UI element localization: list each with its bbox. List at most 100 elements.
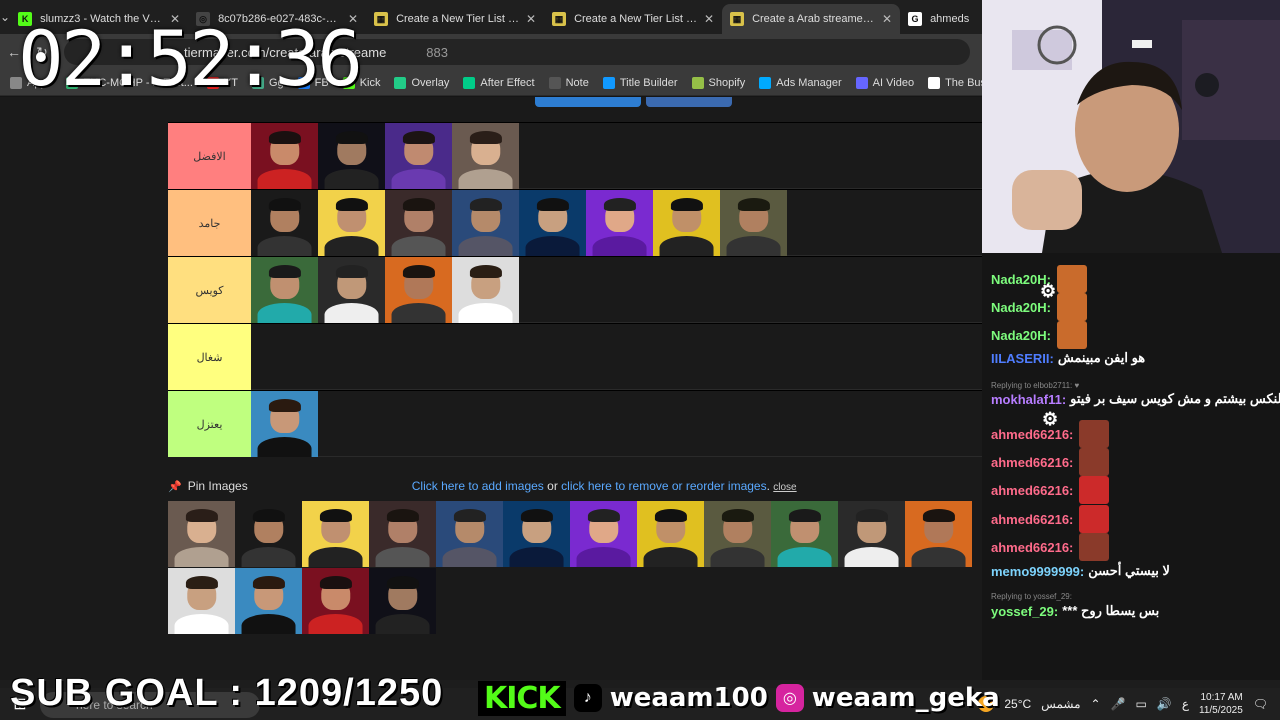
tier-item-image[interactable] [318, 123, 385, 189]
pin-images-title[interactable]: 📌 Pin Images [168, 479, 248, 493]
chat-message: memo9999999: لا بيستي أحسن [991, 563, 1170, 579]
bookmark-item[interactable]: Overlay [394, 76, 449, 89]
tab-close-icon[interactable]: ✕ [526, 12, 536, 26]
chat-username[interactable]: mokhalaf11: [991, 392, 1066, 407]
notification-icon[interactable]: 🗨 [1253, 697, 1268, 711]
save-button-stub[interactable] [535, 97, 641, 107]
pool-item-image[interactable] [637, 501, 704, 567]
tab-close-icon[interactable]: ✕ [704, 12, 714, 26]
tier-item-image[interactable] [251, 257, 318, 323]
tier-items[interactable] [251, 324, 982, 389]
tier-table: الافضل جامد كويس شغال يعتزل [168, 122, 982, 457]
pool-item-image[interactable] [168, 568, 235, 634]
chat-username[interactable]: IILASERII: [991, 351, 1054, 366]
bookmark-label: The Busin [945, 76, 982, 89]
bookmark-item[interactable]: Note [548, 76, 589, 89]
tier-items[interactable] [251, 190, 982, 256]
tier-item-image[interactable] [318, 257, 385, 323]
pool-item-image[interactable] [771, 501, 838, 567]
url-suffix: 883 [426, 44, 448, 60]
tier-item-image[interactable] [519, 190, 586, 256]
tab-close-icon[interactable]: ✕ [882, 12, 892, 26]
chat-emote-icon [1056, 293, 1087, 321]
close-link[interactable]: close [773, 482, 796, 493]
clock-time: 10:17 AM [1200, 692, 1243, 703]
pool-item-image[interactable] [369, 501, 436, 567]
pool-item-image[interactable] [436, 501, 503, 567]
mic-icon[interactable]: 🎤 [1111, 697, 1126, 711]
pool-item-image[interactable] [235, 501, 302, 567]
tier-item-image[interactable] [452, 123, 519, 189]
thumb-body [442, 547, 497, 567]
remove-images-link[interactable]: click here to remove or reorder images [561, 479, 766, 493]
tier-item-image[interactable] [452, 190, 519, 256]
volume-icon[interactable]: 🔊 [1157, 697, 1172, 711]
tier-item-image[interactable] [586, 190, 653, 256]
input-language[interactable]: ع [1182, 697, 1189, 711]
thumb-hair [319, 508, 352, 523]
tier-item-image[interactable] [720, 190, 787, 256]
bookmark-item[interactable]: AI Video [855, 76, 914, 89]
tier-item-image[interactable] [385, 257, 452, 323]
add-images-link[interactable]: Click here to add images [412, 479, 544, 493]
chat-message: Nada20H: [991, 265, 1087, 293]
bookmark-item[interactable]: Title Builder [602, 76, 678, 89]
bookmark-icon [602, 76, 615, 89]
tab-search-icon[interactable]: ⌄ [0, 0, 10, 34]
sub-goal-overlay: SUB GOAL : 1209/1250 [10, 672, 444, 714]
tier-item-image[interactable] [653, 190, 720, 256]
chat-message: Nada20H: [991, 293, 1087, 321]
chat-username[interactable]: memo9999999: [991, 564, 1084, 579]
chat-username[interactable]: ahmed66216: [991, 427, 1073, 442]
clock[interactable]: 10:17 AM 11/5/2025 [1199, 691, 1243, 717]
chat-username[interactable]: Nada20H: [991, 328, 1051, 343]
browser-tab[interactable]: ▦ Create a Arab streamers Ti ✕ [722, 4, 901, 34]
bookmark-item[interactable]: After Effect [463, 76, 535, 89]
pool-item-image[interactable] [302, 501, 369, 567]
tier-label[interactable]: جامد [168, 190, 251, 256]
tier-item-image[interactable] [385, 190, 452, 256]
system-tray: 1 25°C مشمس ⌃ 🎤 ▭ 🔊 ع 10:17 AM 11/5/2025… [978, 688, 1280, 720]
download-button-stub[interactable] [646, 97, 732, 107]
bookmark-item[interactable]: Ads Manager [759, 76, 842, 89]
browser-tab[interactable]: ▦ Create a New Tier List - Tie ✕ [366, 4, 544, 34]
tier-label[interactable]: شغال [168, 324, 251, 390]
thumb-hair [268, 197, 301, 212]
battery-icon[interactable]: ▭ [1136, 697, 1147, 711]
bookmark-item[interactable]: The Busin [928, 76, 982, 89]
chat-username[interactable]: ahmed66216: [991, 455, 1073, 470]
tier-label[interactable]: يعتزل [168, 391, 251, 457]
tab-favicon-icon: ▦ [374, 12, 389, 26]
tier-item-image[interactable] [251, 190, 318, 256]
or-text: or [547, 479, 558, 493]
tier-items[interactable] [251, 123, 982, 189]
tier-label[interactable]: الافضل [168, 123, 251, 189]
pool-item-image[interactable] [369, 568, 436, 634]
pool-item-image[interactable] [235, 568, 302, 634]
browser-tab[interactable]: ▦ Create a New Tier List - Tie ✕ [544, 4, 722, 34]
tiktok-icon: ♪ [573, 684, 602, 712]
chat-username[interactable]: ahmed66216: [991, 540, 1073, 555]
pool-item-image[interactable] [570, 501, 637, 567]
pool-item-image[interactable] [503, 501, 570, 567]
pool-item-image[interactable] [302, 568, 369, 634]
tier-items[interactable] [251, 257, 982, 323]
thumb-body [710, 547, 765, 567]
tray-chevron-icon[interactable]: ⌃ [1091, 697, 1101, 711]
tier-label[interactable]: كويس [168, 257, 251, 323]
tier-item-image[interactable] [452, 257, 519, 323]
chat-username[interactable]: yossef_29: [991, 604, 1058, 619]
tier-item-image[interactable] [318, 190, 385, 256]
bookmark-item[interactable]: Shopify [691, 76, 745, 89]
tier-item-image[interactable] [385, 123, 452, 189]
pool-item-image[interactable] [704, 501, 771, 567]
tier-item-image[interactable] [251, 391, 318, 457]
tier-items[interactable] [251, 391, 982, 457]
pool-item-image[interactable] [168, 501, 235, 567]
pool-item-image[interactable] [905, 501, 972, 567]
tier-row: شغال [168, 323, 982, 390]
tier-item-image[interactable] [251, 123, 318, 189]
chat-username[interactable]: ahmed66216: [991, 483, 1073, 498]
chat-username[interactable]: ahmed66216: [991, 512, 1073, 527]
pool-item-image[interactable] [838, 501, 905, 567]
